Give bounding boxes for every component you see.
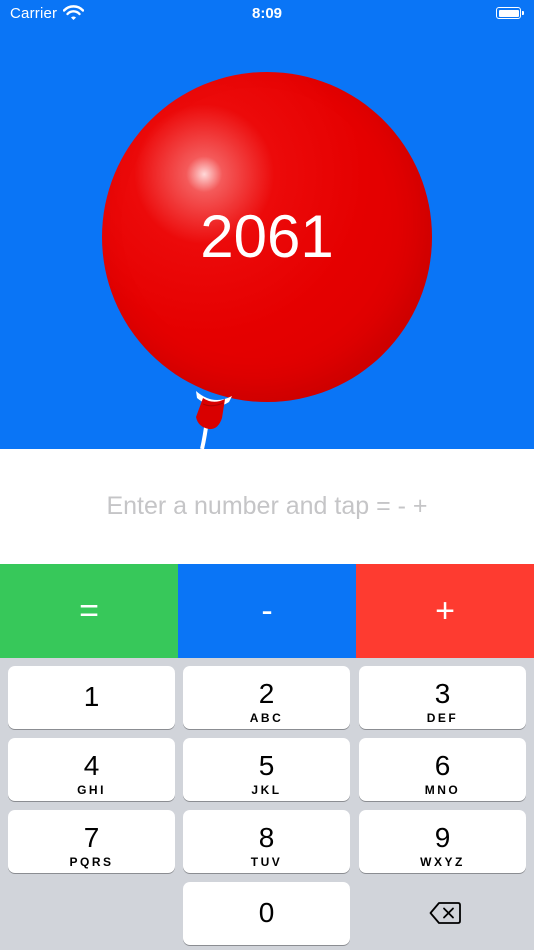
key-letters: PQRS: [69, 855, 114, 869]
key-3[interactable]: 3 DEF: [359, 666, 526, 729]
balloon-value: 2061: [200, 203, 334, 270]
key-0[interactable]: 0: [183, 882, 350, 945]
key-digit: 0: [258, 897, 275, 928]
key-digit: 7: [83, 822, 100, 853]
key-digit: 8: [258, 822, 275, 853]
number-input[interactable]: [0, 449, 534, 564]
delete-key[interactable]: [359, 882, 526, 945]
backspace-icon: [429, 902, 461, 924]
key-digit: 3: [434, 678, 451, 709]
key-digit: 2: [258, 678, 275, 709]
key-2[interactable]: 2 ABC: [183, 666, 350, 729]
equals-button[interactable]: =: [0, 564, 178, 658]
key-digit: 6: [434, 750, 451, 781]
operation-buttons: = - +: [0, 564, 534, 658]
input-area: [0, 449, 534, 564]
key-letters: DEF: [426, 711, 459, 725]
balloon-scene: Carrier 8:09 2061: [0, 0, 534, 449]
key-1[interactable]: 1: [8, 666, 175, 729]
number-keypad: 1 2 ABC 3 DEF 4 GHI 5 JKL 6 MNO 7 PQRS 8…: [0, 658, 534, 950]
key-6[interactable]: 6 MNO: [359, 738, 526, 801]
key-digit: 1: [83, 681, 100, 712]
key-5[interactable]: 5 JKL: [183, 738, 350, 801]
minus-button[interactable]: -: [178, 564, 356, 658]
key-letters: WXYZ: [420, 855, 465, 869]
key-7[interactable]: 7 PQRS: [8, 810, 175, 873]
key-digit: 5: [258, 750, 275, 781]
key-9[interactable]: 9 WXYZ: [359, 810, 526, 873]
key-digit: 4: [83, 750, 100, 781]
key-letters: TUV: [250, 855, 283, 869]
keypad-empty-slot: [8, 882, 175, 945]
key-letters: JKL: [251, 783, 282, 797]
key-letters: ABC: [249, 711, 284, 725]
key-digit: 9: [434, 822, 451, 853]
plus-button[interactable]: +: [356, 564, 534, 658]
key-4[interactable]: 4 GHI: [8, 738, 175, 801]
key-8[interactable]: 8 TUV: [183, 810, 350, 873]
key-letters: MNO: [424, 783, 461, 797]
key-letters: GHI: [77, 783, 106, 797]
